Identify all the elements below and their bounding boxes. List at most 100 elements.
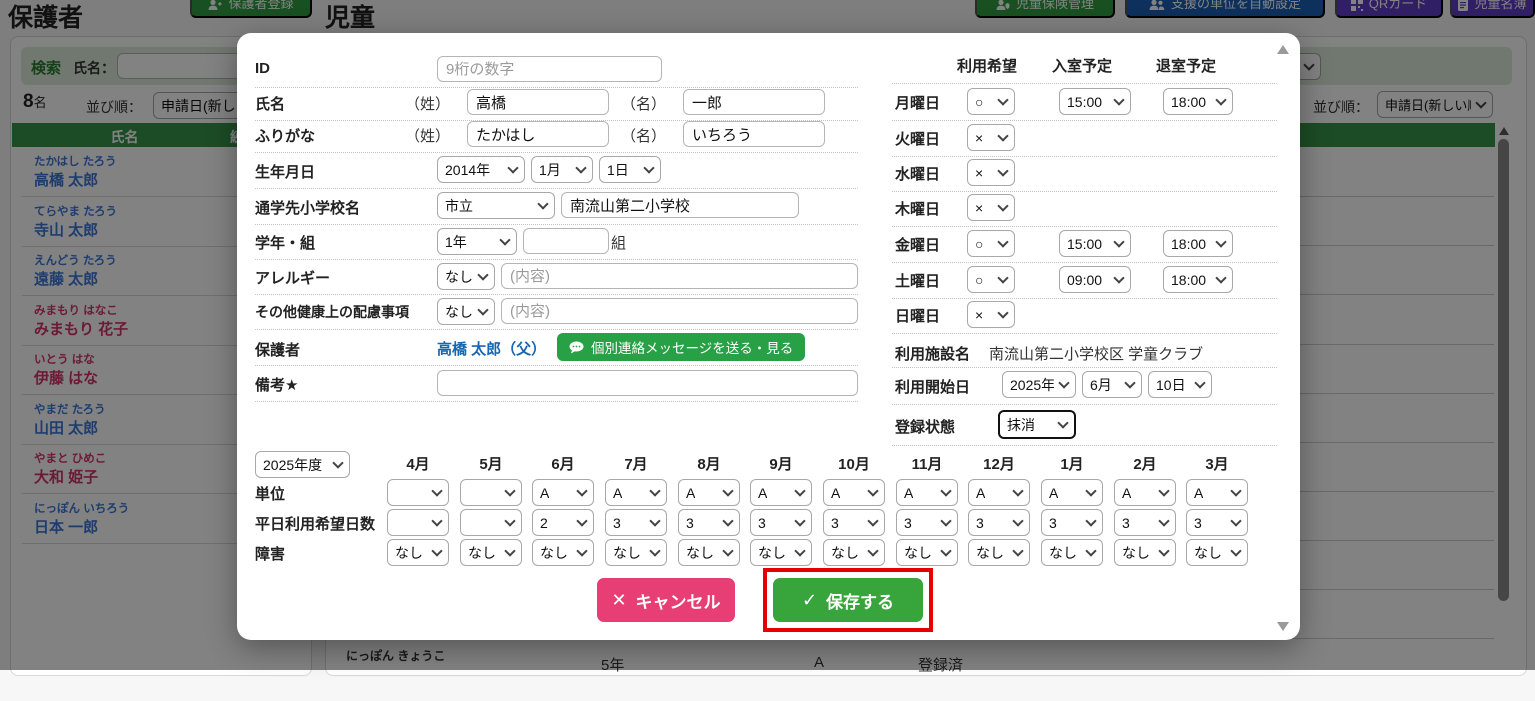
unit-select[interactable]: A [605,479,667,506]
use-wish-select[interactable]: ○ [967,88,1015,115]
facility-value: 南流山第二小学校区 学童クラブ [989,343,1203,364]
health-detail-input[interactable] [501,298,858,324]
birth-day-select[interactable]: 1日 [599,156,661,183]
given-name-input[interactable] [683,89,825,115]
start-month-select[interactable]: 6月 [1082,371,1142,398]
disability-select[interactable]: なし [1186,539,1248,566]
class-suffix-label: 組 [611,232,626,253]
unit-select[interactable]: A [823,479,885,506]
enter-time-select[interactable]: 09:00 [1059,266,1131,293]
chevron-down-icon [1194,377,1205,388]
month-header: 1月 [1041,453,1103,474]
disability-select[interactable]: なし [750,539,812,566]
weekday-count-select[interactable] [460,509,522,536]
unit-select[interactable]: A [968,479,1030,506]
unit-select[interactable] [387,479,449,506]
weekday-count-select[interactable]: 3 [823,509,885,536]
x-icon: ✕ [611,590,626,611]
chevron-down-icon [575,162,586,173]
school-name-input[interactable] [561,192,799,218]
leave-time-select[interactable]: 18:00 [1163,266,1233,293]
check-icon: ✓ [802,590,817,611]
weekday-count-select[interactable]: 3 [1186,509,1248,536]
fiscal-year-select[interactable]: 2025年度 [255,451,350,478]
use-wish-select[interactable]: × [967,124,1015,151]
disability-select[interactable]: なし [1114,539,1176,566]
weekday-count-select[interactable]: 3 [896,509,958,536]
disability-select[interactable]: なし [968,539,1030,566]
unit-select[interactable]: A [678,479,740,506]
leave-time-select[interactable]: 18:00 [1163,230,1233,257]
registration-status-select[interactable]: 抹消 [998,410,1076,439]
chevron-down-icon [504,545,515,556]
disability-select[interactable]: なし [678,539,740,566]
weekday-count-select[interactable]: 2 [532,509,594,536]
weekday-count-select[interactable] [387,509,449,536]
allergy-select[interactable]: なし [437,263,495,290]
disability-select[interactable]: なし [387,539,449,566]
given-kana-input[interactable] [683,121,825,147]
chevron-down-icon [940,485,951,496]
unit-select[interactable] [460,479,522,506]
enter-time-select[interactable]: 15:00 [1059,230,1131,257]
birth-year-select[interactable]: 2014年 [437,156,525,183]
enter-time-select[interactable]: 15:00 [1059,88,1131,115]
chevron-down-icon [867,485,878,496]
weekday-count-select[interactable]: 3 [1114,509,1176,536]
chevron-down-icon [332,457,343,468]
unit-select[interactable]: A [896,479,958,506]
unit-select[interactable]: A [750,479,812,506]
family-kana-input[interactable] [467,121,609,147]
class-input[interactable] [523,228,609,254]
use-wish-select[interactable]: ○ [967,230,1015,257]
unit-select[interactable]: A [1186,479,1248,506]
weekday-count-select[interactable]: 3 [678,509,740,536]
chevron-down-icon [504,485,515,496]
weekday-row-wednesday: 水曜日 × [892,159,1282,186]
health-select[interactable]: なし [437,298,495,325]
disability-select[interactable]: なし [460,539,522,566]
chevron-down-icon [997,94,1008,105]
weekday-count-select[interactable]: 3 [1041,509,1103,536]
allergy-detail-input[interactable] [501,263,858,289]
guardian-name-link[interactable]: 高橋 太郎（父） [437,338,546,359]
leave-time-select[interactable]: 18:00 [1163,88,1233,115]
unit-select[interactable]: A [1114,479,1176,506]
kana-sei-label: （姓） [405,125,450,146]
modal-scroll-down-icon[interactable] [1277,622,1289,631]
cancel-button[interactable]: ✕ キャンセル [597,578,735,622]
unit-select[interactable]: A [1041,479,1103,506]
family-name-input[interactable] [467,89,609,115]
kana-label: ふりがな [255,125,315,146]
school-type-select[interactable]: 市立 [437,192,555,219]
kana-mei-label: （名） [621,125,666,146]
weekday-count-select[interactable]: 3 [750,509,812,536]
use-wish-select[interactable]: ○ [967,266,1015,293]
grade-select[interactable]: 1年 [437,228,517,255]
disability-select[interactable]: なし [605,539,667,566]
disability-select[interactable]: なし [532,539,594,566]
start-year-select[interactable]: 2025年 [1002,371,1076,398]
send-message-button[interactable]: 個別連絡メッセージを送る・見る [557,333,805,361]
chevron-down-icon [431,485,442,496]
id-input[interactable] [437,56,662,82]
chevron-down-icon [477,304,488,315]
chevron-down-icon [794,515,805,526]
disability-select[interactable]: なし [823,539,885,566]
chevron-down-icon [649,515,660,526]
unit-select[interactable]: A [532,479,594,506]
disability-select[interactable]: なし [1041,539,1103,566]
chevron-down-icon [499,234,510,245]
weekday-count-select[interactable]: 3 [605,509,667,536]
use-wish-select[interactable]: × [967,301,1015,328]
birth-month-select[interactable]: 1月 [531,156,593,183]
start-day-select[interactable]: 10日 [1148,371,1212,398]
chevron-down-icon [1158,545,1169,556]
modal-scroll-up-icon[interactable] [1277,45,1289,54]
weekday-count-select[interactable]: 3 [968,509,1030,536]
save-button[interactable]: ✓ 保存する [773,578,923,622]
note-input[interactable] [437,370,858,396]
disability-select[interactable]: なし [896,539,958,566]
use-wish-select[interactable]: × [967,194,1015,221]
use-wish-select[interactable]: × [967,159,1015,186]
